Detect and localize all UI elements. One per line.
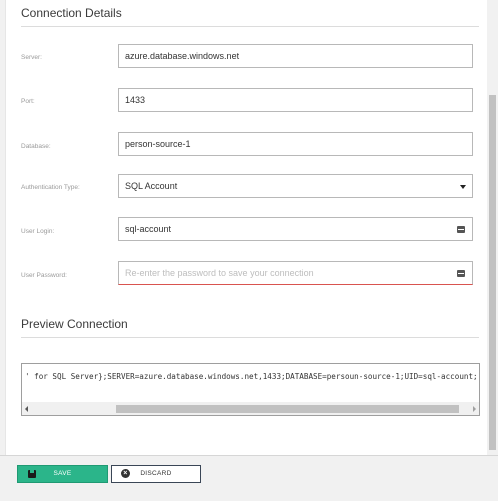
database-label: Database: bbox=[21, 143, 51, 150]
user-login-input[interactable]: sql-account bbox=[118, 217, 473, 241]
section-divider bbox=[21, 26, 479, 27]
scroll-left-icon[interactable] bbox=[25, 406, 28, 412]
connection-details-title: Connection Details bbox=[21, 6, 122, 20]
preview-connection-title: Preview Connection bbox=[21, 317, 128, 331]
user-password-input[interactable]: Re-enter the password to save your conne… bbox=[118, 261, 473, 285]
horizontal-scroll-thumb[interactable] bbox=[116, 405, 459, 413]
port-input[interactable]: 1433 bbox=[118, 88, 473, 112]
preview-connection-box[interactable]: ' for SQL Server};SERVER=azure.database.… bbox=[21, 363, 480, 416]
scroll-right-icon[interactable] bbox=[473, 406, 476, 412]
user-password-label: User Password: bbox=[21, 272, 67, 279]
port-value: 1433 bbox=[125, 95, 146, 105]
database-input[interactable]: person-source-1 bbox=[118, 132, 473, 156]
user-password-placeholder: Re-enter the password to save your conne… bbox=[125, 268, 314, 278]
section-divider bbox=[21, 337, 479, 338]
database-value: person-source-1 bbox=[125, 139, 191, 149]
server-input[interactable]: azure.database.windows.net bbox=[118, 44, 473, 68]
horizontal-scrollbar[interactable] bbox=[22, 402, 479, 415]
server-value: azure.database.windows.net bbox=[125, 51, 240, 61]
server-label: Server: bbox=[21, 54, 42, 61]
vertical-scroll-thumb[interactable] bbox=[489, 95, 496, 450]
key-card-icon[interactable] bbox=[457, 270, 465, 277]
discard-label: DISCARD bbox=[140, 470, 172, 477]
vertical-scrollbar[interactable] bbox=[487, 0, 498, 455]
user-login-value: sql-account bbox=[125, 224, 172, 234]
user-login-label: User Login: bbox=[21, 228, 55, 235]
key-card-icon[interactable] bbox=[457, 226, 465, 233]
discard-button[interactable]: × DISCARD bbox=[111, 465, 201, 483]
caret-down-icon bbox=[460, 185, 466, 189]
form-footer: SAVE × DISCARD bbox=[0, 455, 498, 501]
auth-type-label: Authentication Type: bbox=[21, 184, 80, 191]
port-label: Port: bbox=[21, 98, 35, 105]
auth-type-value: SQL Account bbox=[125, 181, 178, 191]
auth-type-select[interactable]: SQL Account bbox=[118, 174, 473, 198]
connection-string-text: ' for SQL Server};SERVER=azure.database.… bbox=[25, 372, 478, 381]
connection-panel: Connection Details Server: azure.databas… bbox=[5, 0, 488, 455]
save-label: SAVE bbox=[53, 470, 72, 477]
save-button[interactable]: SAVE bbox=[17, 465, 108, 483]
